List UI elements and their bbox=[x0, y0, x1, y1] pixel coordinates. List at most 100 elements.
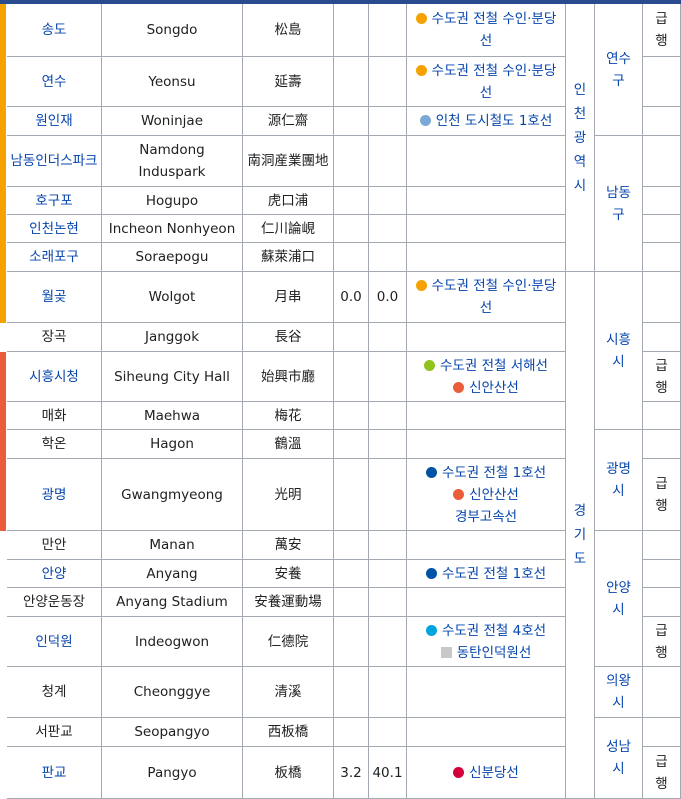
station-name-ko-cell[interactable]: 안양 bbox=[7, 560, 102, 588]
station-name-en: Pangyo bbox=[147, 764, 197, 781]
cumulative-distance-cell bbox=[369, 4, 407, 57]
station-name-hanja-cell: 松島 bbox=[243, 4, 334, 57]
transfer-line[interactable]: 경부고속선 bbox=[426, 506, 546, 528]
station-name-ko-cell[interactable]: 판교 bbox=[7, 747, 102, 799]
station-name-ko-cell[interactable]: 광명 bbox=[7, 459, 102, 531]
city-cell[interactable]: 남동구 bbox=[595, 136, 643, 272]
transfer-cell: 수도권 전철 1호선신안산선경부고속선 bbox=[407, 459, 566, 531]
station-name-en-cell: Wolgot bbox=[102, 272, 243, 323]
transfer-line[interactable]: 수도권 전철 서해선 bbox=[424, 355, 548, 377]
station-name-ko[interactable]: 연수 bbox=[42, 71, 67, 93]
transfer-line-label[interactable]: 수도권 전철 수인·분당선 bbox=[432, 278, 557, 316]
transfer-cell bbox=[407, 430, 566, 459]
transfer-line[interactable]: 동탄인덕원선 bbox=[426, 642, 546, 664]
station-name-ko-cell[interactable]: 연수 bbox=[7, 57, 102, 107]
station-name-hanja-cell: 安養運動場 bbox=[243, 588, 334, 617]
station-name-ko-cell[interactable]: 송도 bbox=[7, 4, 102, 57]
station-name-en-cell: Indeogwon bbox=[102, 617, 243, 667]
transfer-cell: 수도권 전철 수인·분당선 bbox=[407, 272, 566, 323]
transfer-line-label[interactable]: 신분당선 bbox=[469, 765, 519, 781]
station-name-ko[interactable]: 남동인더스파크 bbox=[11, 150, 98, 172]
line-dot-icon bbox=[419, 115, 431, 126]
transfer-line-label[interactable]: 수도권 전철 수인·분당선 bbox=[432, 11, 557, 49]
transfer-line[interactable]: 수도권 전철 수인·분당선 bbox=[411, 8, 561, 52]
station-name-hanja-cell: 仁川論峴 bbox=[243, 215, 334, 243]
station-name-ko[interactable]: 월곶 bbox=[42, 286, 67, 308]
station-name-ko-cell[interactable]: 소래포구 bbox=[7, 243, 102, 272]
station-name-hanja-cell: 始興市廳 bbox=[243, 352, 334, 402]
station-name-ko-cell[interactable]: 원인재 bbox=[7, 107, 102, 136]
station-name-ko-cell[interactable]: 시흥시청 bbox=[7, 352, 102, 402]
transfer-list: 수도권 전철 1호선신안산선경부고속선 bbox=[425, 462, 546, 528]
transfer-line[interactable]: 수도권 전철 수인·분당선 bbox=[411, 60, 561, 104]
transfer-cell: 인천 도시철도 1호선 bbox=[407, 107, 566, 136]
station-name-ko[interactable]: 호구포 bbox=[35, 190, 72, 212]
transfer-line-label[interactable]: 수도권 전철 4호선 bbox=[442, 623, 546, 639]
station-name-ko[interactable]: 안양 bbox=[42, 563, 67, 585]
transfer-line-label[interactable]: 신안산선 bbox=[469, 487, 519, 503]
express-stop-label: 급행 bbox=[655, 622, 668, 661]
city-cell[interactable]: 광명시 bbox=[595, 430, 643, 531]
station-name-ko: 안양운동장 bbox=[22, 594, 86, 610]
station-name-en-cell: Janggok bbox=[102, 323, 243, 352]
city-cell[interactable]: 의왕시 bbox=[595, 667, 643, 718]
city-name[interactable]: 성남시 bbox=[605, 736, 633, 780]
province-cell[interactable]: 경기도 bbox=[566, 272, 595, 799]
city-name[interactable]: 시흥시 bbox=[605, 329, 633, 373]
station-distance-cell bbox=[334, 531, 369, 560]
station-name-ko[interactable]: 판교 bbox=[42, 762, 67, 784]
province-name[interactable]: 경기도 bbox=[572, 499, 588, 571]
transfer-line[interactable]: 신안산선 bbox=[424, 377, 548, 399]
transfer-line-label[interactable]: 수도권 전철 서해선 bbox=[440, 358, 548, 374]
city-cell[interactable]: 연수구 bbox=[595, 4, 643, 136]
station-name-ko-cell[interactable]: 호구포 bbox=[7, 187, 102, 215]
station-name-ko[interactable]: 인천논현 bbox=[29, 218, 79, 240]
station-name-ko-cell[interactable]: 인천논현 bbox=[7, 215, 102, 243]
city-cell[interactable]: 성남시 bbox=[595, 718, 643, 799]
transfer-line[interactable]: 신분당선 bbox=[453, 762, 519, 784]
transfer-line-label[interactable]: 인천 도시철도 1호선 bbox=[436, 113, 553, 129]
station-name-en: Woninjae bbox=[140, 113, 203, 129]
station-name-ko-cell[interactable]: 월곶 bbox=[7, 272, 102, 323]
transfer-line-label[interactable]: 수도권 전철 1호선 bbox=[442, 566, 546, 582]
transfer-line[interactable]: 인천 도시철도 1호선 bbox=[419, 110, 553, 132]
station-name-hanja: 梅花 bbox=[274, 407, 302, 424]
city-name[interactable]: 안양시 bbox=[605, 577, 633, 621]
station-name-ko[interactable]: 소래포구 bbox=[29, 246, 79, 268]
station-name-hanja: 清溪 bbox=[274, 684, 302, 700]
line-dot-icon bbox=[415, 13, 427, 24]
station-name-en-cell: Namdong Induspark bbox=[102, 136, 243, 187]
station-name-ko[interactable]: 광명 bbox=[42, 484, 67, 506]
station-name-ko-cell[interactable]: 남동인더스파크 bbox=[7, 136, 102, 187]
station-distance-cell bbox=[334, 57, 369, 107]
transfer-line[interactable]: 수도권 전철 4호선 bbox=[425, 620, 546, 642]
city-cell[interactable]: 안양시 bbox=[595, 531, 643, 667]
station-name-ko-cell[interactable]: 인덕원 bbox=[7, 617, 102, 667]
transfer-line-label[interactable]: 경부고속선 bbox=[455, 509, 517, 525]
station-name-ko[interactable]: 시흥시청 bbox=[29, 366, 79, 388]
express-stop-cell: 급행 bbox=[643, 352, 681, 402]
transfer-line-label[interactable]: 수도권 전철 1호선 bbox=[442, 465, 546, 481]
station-name-en-cell: Cheonggye bbox=[102, 667, 243, 718]
station-name-ko[interactable]: 원인재 bbox=[35, 110, 72, 132]
station-name-ko[interactable]: 송도 bbox=[42, 19, 67, 41]
city-name[interactable]: 의왕시 bbox=[605, 670, 633, 714]
transfer-line-label[interactable]: 신안산선 bbox=[469, 380, 519, 396]
transfer-line-label[interactable]: 동탄인덕원선 bbox=[457, 645, 532, 661]
city-cell[interactable]: 시흥시 bbox=[595, 272, 643, 430]
station-distance-cell bbox=[334, 352, 369, 402]
transfer-line-label[interactable]: 수도권 전철 수인·분당선 bbox=[432, 63, 557, 101]
transfer-line[interactable]: 수도권 전철 수인·분당선 bbox=[411, 275, 561, 319]
transfer-line[interactable]: 수도권 전철 1호선 bbox=[425, 462, 546, 484]
province-name[interactable]: 인천광역시 bbox=[572, 78, 588, 198]
express-stop-cell bbox=[643, 667, 681, 718]
transfer-line[interactable]: 신안산선 bbox=[426, 484, 546, 506]
cumulative-distance-cell bbox=[369, 430, 407, 459]
province-cell[interactable]: 인천광역시 bbox=[566, 4, 595, 272]
station-name-ko[interactable]: 인덕원 bbox=[35, 631, 72, 653]
city-name[interactable]: 남동구 bbox=[605, 182, 633, 226]
city-name[interactable]: 연수구 bbox=[605, 48, 633, 92]
transfer-line[interactable]: 수도권 전철 1호선 bbox=[425, 563, 546, 585]
line-color-bar bbox=[0, 4, 6, 323]
city-name[interactable]: 광명시 bbox=[605, 458, 633, 502]
